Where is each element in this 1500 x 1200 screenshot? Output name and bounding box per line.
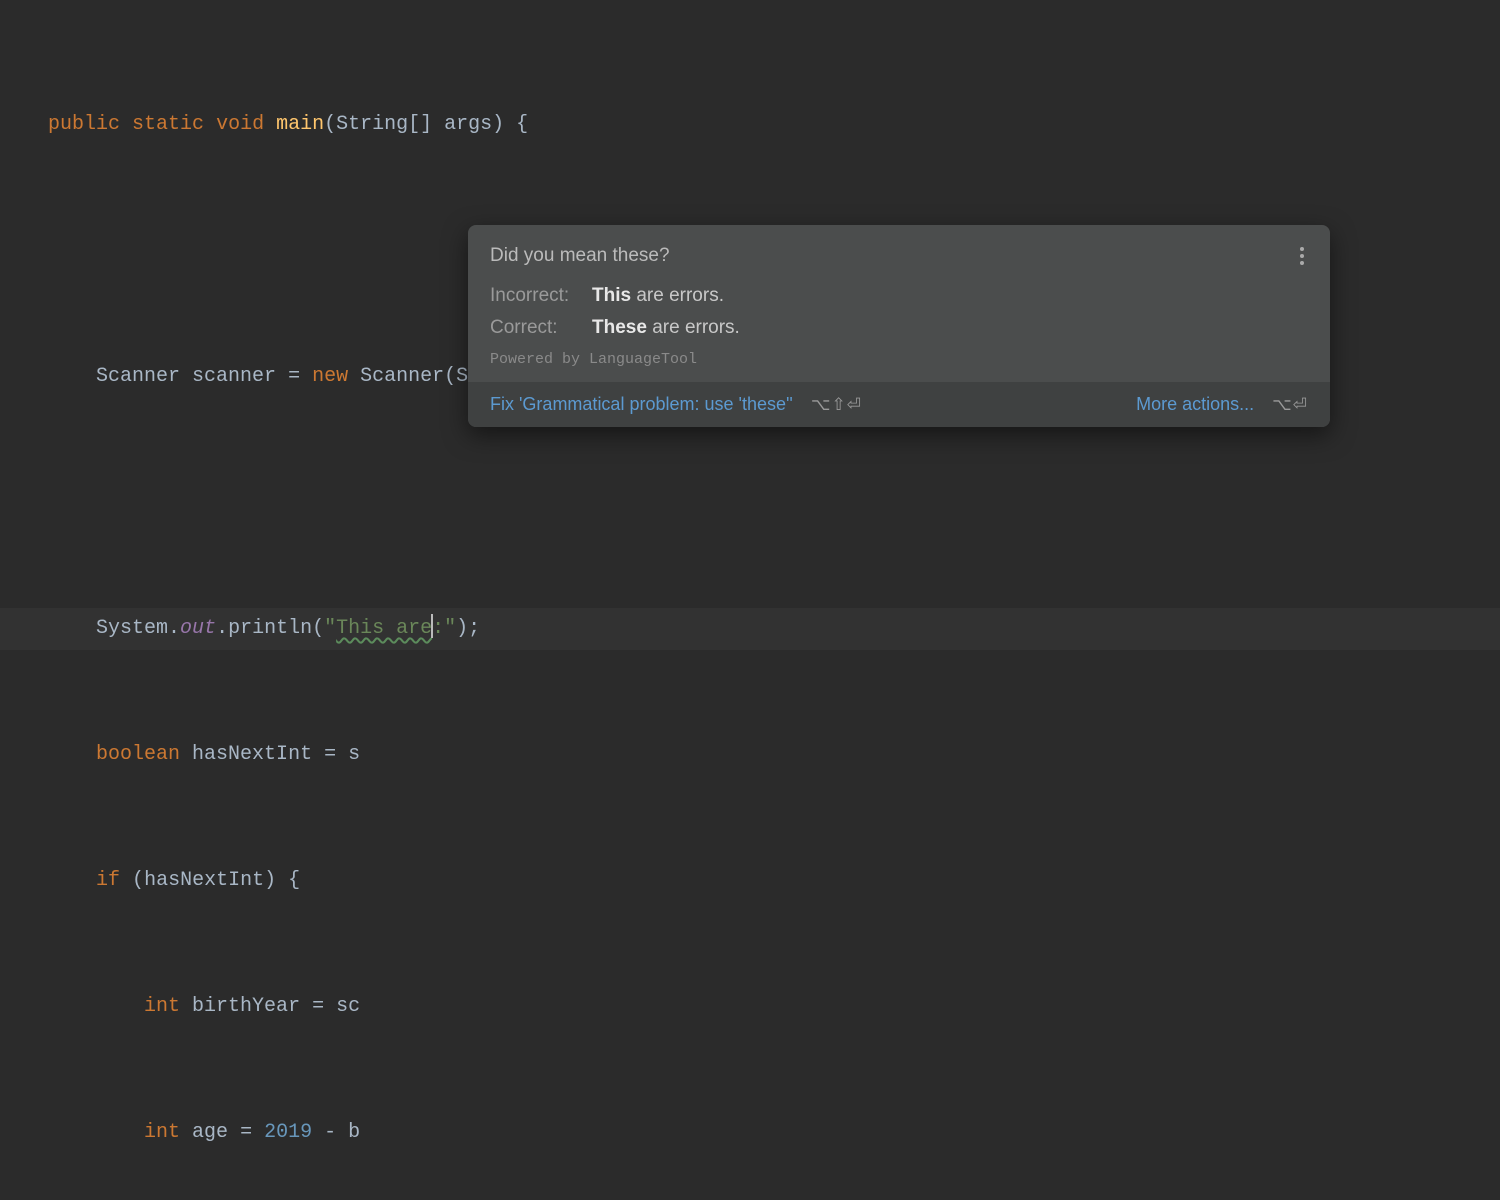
method-call: println [228, 617, 312, 640]
keyword-int: int [144, 995, 180, 1018]
param-name: args [444, 113, 492, 136]
keyword-static: static [132, 113, 204, 136]
code-line[interactable] [48, 482, 1500, 524]
code-line[interactable]: public static void main(String[] args) { [48, 104, 1500, 146]
keyword-void: void [216, 113, 264, 136]
ident: scanner [192, 365, 276, 388]
code-line-active[interactable]: System.out.println("This are:"); [0, 608, 1500, 650]
correct-row: Correct: These are errors. [490, 317, 1308, 339]
keyword-if: if [96, 869, 120, 892]
more-shortcut: ⌥⏎ [1272, 395, 1308, 415]
keyword-new: new [312, 365, 348, 388]
type: Scanner [360, 365, 444, 388]
param-type: String[] [336, 113, 432, 136]
method-name: main [276, 113, 324, 136]
popup-actions: Fix 'Grammatical problem: use 'these'' ⌥… [468, 382, 1330, 427]
fix-action[interactable]: Fix 'Grammatical problem: use 'these'' [490, 394, 793, 415]
more-actions[interactable]: More actions... [1136, 394, 1254, 415]
inspection-popup: Did you mean these? Incorrect: This are … [468, 225, 1330, 427]
code-editor[interactable]: public static void main(String[] args) {… [0, 0, 1500, 1200]
ident: birthYear [192, 995, 300, 1018]
string-literal: :" [432, 617, 456, 640]
ident: hasNextInt [144, 869, 264, 892]
code-line[interactable]: boolean hasNextInt = s [48, 734, 1500, 776]
popup-body: Did you mean these? Incorrect: This are … [468, 225, 1330, 382]
popup-title: Did you mean these? [490, 245, 670, 267]
fix-shortcut: ⌥⇧⏎ [811, 395, 862, 415]
code-line[interactable]: int age = 2019 - b [48, 1112, 1500, 1154]
code-line[interactable]: if (hasNextInt) { [48, 860, 1500, 902]
class-ref: System [96, 617, 168, 640]
incorrect-value: This are errors. [592, 285, 724, 307]
incorrect-row: Incorrect: This are errors. [490, 285, 1308, 307]
keyword-boolean: boolean [96, 743, 180, 766]
ident: hasNextInt [192, 743, 312, 766]
type: Scanner [96, 365, 180, 388]
keyword-public: public [48, 113, 120, 136]
correct-value: These are errors. [592, 317, 740, 339]
popup-title-row: Did you mean these? [490, 243, 1308, 269]
grammar-error[interactable]: This are [336, 617, 432, 640]
correct-label: Correct: [490, 317, 578, 339]
field-ref: out [180, 617, 216, 640]
more-options-icon[interactable] [1296, 243, 1308, 269]
code-line[interactable]: int birthYear = sc [48, 986, 1500, 1028]
powered-by: Powered by LanguageTool [490, 351, 1308, 368]
incorrect-label: Incorrect: [490, 285, 578, 307]
string-literal: " [324, 617, 336, 640]
text-caret [431, 614, 433, 638]
ident: age [192, 1121, 228, 1144]
number-literal: 2019 [264, 1121, 312, 1144]
keyword-int: int [144, 1121, 180, 1144]
